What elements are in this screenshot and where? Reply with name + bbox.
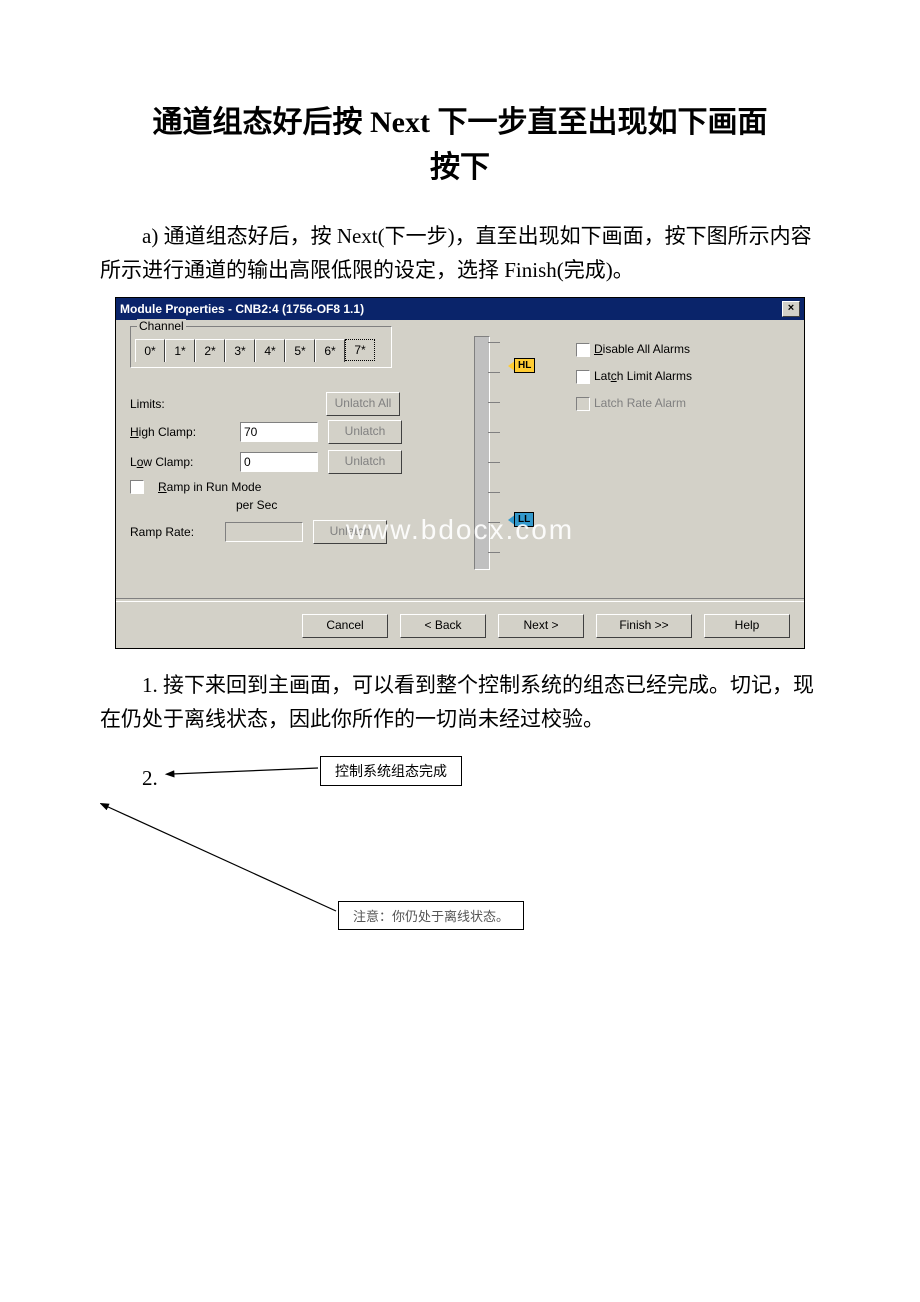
help-button[interactable]: Help	[704, 614, 790, 638]
finish-button[interactable]: Finish >>	[596, 614, 692, 638]
ramp-checkbox[interactable]	[130, 480, 144, 494]
disable-all-checkbox[interactable]	[576, 343, 590, 357]
latch-limit-row: Latch Limit Alarms	[576, 369, 692, 384]
limits-label: Limits:	[130, 397, 230, 411]
ll-marker[interactable]: LL	[514, 512, 534, 527]
page-title: 通道组态好后按 Next 下一步直至出现如下画面 按下	[100, 100, 820, 190]
arrow-line-2	[106, 806, 336, 911]
tab-1[interactable]: 1*	[165, 339, 195, 362]
close-icon[interactable]: ×	[782, 301, 800, 317]
unlatch-low-button[interactable]: Unlatch	[328, 450, 402, 474]
channel-tabs: 0* 1* 2* 3* 4* 5* 6* 7*	[131, 339, 391, 362]
title-line2: 按下	[430, 151, 490, 184]
latch-rate-row: Latch Rate Alarm	[576, 396, 692, 411]
latch-rate-checkbox	[576, 397, 590, 411]
unlatch-ramp-button[interactable]: Unlatch	[313, 520, 387, 544]
tab-5[interactable]: 5*	[285, 339, 315, 362]
tab-0[interactable]: 0*	[135, 339, 165, 362]
hl-marker[interactable]: HL	[514, 358, 535, 373]
tab-4[interactable]: 4*	[255, 339, 285, 362]
tab-6[interactable]: 6*	[315, 339, 345, 362]
low-clamp-input[interactable]: 0	[240, 452, 318, 472]
low-clamp-label: Low Clamp:	[130, 455, 230, 469]
next-button[interactable]: Next >	[498, 614, 584, 638]
dialog-screenshot: Module Properties - CNB2:4 (1756-OF8 1.1…	[115, 297, 805, 649]
paragraph-1: 1. 接下来回到主画面，可以看到整个控制系统的组态已经完成。切记，现在仍处于离线…	[100, 669, 820, 736]
paragraph-a: a) 通道组态好后，按 Next(下一步)，直至出现如下画面，按下图所示内容所示…	[100, 220, 820, 287]
ramp-rate-label: Ramp Rate:	[130, 525, 215, 539]
latch-limit-checkbox[interactable]	[576, 370, 590, 384]
ramp-label: Ramp in Run Mode	[158, 480, 261, 494]
unlatch-high-button[interactable]: Unlatch	[328, 420, 402, 444]
disable-all-row: Disable All Alarms	[576, 342, 692, 357]
cancel-button[interactable]: Cancel	[302, 614, 388, 638]
dialog-titlebar: Module Properties - CNB2:4 (1756-OF8 1.1…	[116, 298, 804, 320]
tab-3[interactable]: 3*	[225, 339, 255, 362]
title-line1: 通道组态好后按 Next 下一步直至出现如下画面	[153, 106, 768, 139]
limits-gauge: HL LL	[466, 336, 546, 568]
channel-group-label: Channel	[137, 319, 186, 333]
arrow-line-1	[172, 768, 318, 774]
per-sec-label: per Sec	[236, 498, 277, 512]
ramp-rate-input	[225, 522, 303, 542]
channel-groupbox: Channel 0* 1* 2* 3* 4* 5* 6* 7*	[130, 326, 392, 368]
high-clamp-label: HHigh Clamp:igh Clamp:	[130, 425, 230, 439]
tab-7[interactable]: 7*	[345, 339, 375, 361]
callout-diagram: 2. 控制系统组态完成 注意：你仍处于离线状态。	[100, 746, 820, 996]
dialog-title-text: Module Properties - CNB2:4 (1756-OF8 1.1…	[120, 302, 782, 316]
tab-2[interactable]: 2*	[195, 339, 225, 362]
back-button[interactable]: < Back	[400, 614, 486, 638]
unlatch-all-button[interactable]: Unlatch All	[326, 392, 400, 416]
high-clamp-input[interactable]: 70	[240, 422, 318, 442]
